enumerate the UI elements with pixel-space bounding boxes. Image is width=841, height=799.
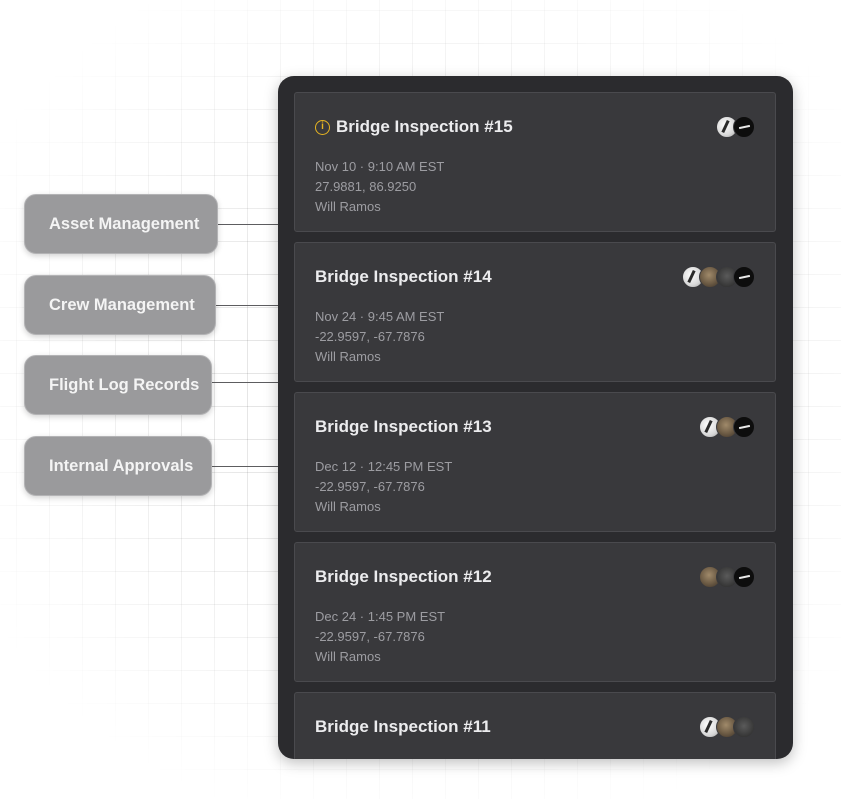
avatar [733, 566, 755, 588]
inspection-pilot: Will Ramos [315, 349, 381, 364]
info-icon: i [315, 119, 330, 135]
inspection-datetime: Dec 12 · 12:45 PM EST [315, 459, 453, 474]
connector-line [216, 305, 278, 306]
inspection-card[interactable]: i Bridge Inspection #15 Nov 10 · 9:10 AM… [294, 92, 776, 232]
inspection-datetime: Dec 24 · 1:45 PM EST [315, 609, 446, 624]
inspection-datetime: Nov 24 · 9:45 AM EST [315, 309, 445, 324]
inspection-title: Bridge Inspection #12 [315, 567, 492, 587]
inspection-card[interactable]: Bridge Inspection #14 Nov 24 · 9:45 AM E… [294, 242, 776, 382]
connector-line [212, 466, 278, 467]
inspection-card[interactable]: Bridge Inspection #13 Dec 12 · 12:45 PM … [294, 392, 776, 532]
avatar [733, 716, 755, 738]
inspection-coordinates: 27.9881, 86.9250 [315, 179, 417, 194]
inspection-list-panel[interactable]: i Bridge Inspection #15 Nov 10 · 9:10 AM… [278, 76, 793, 759]
inspection-pilot: Will Ramos [315, 199, 381, 214]
connector-line [218, 224, 278, 225]
inspection-title-text: Bridge Inspection #14 [315, 267, 492, 286]
inspection-title-text: Bridge Inspection #15 [336, 117, 513, 136]
inspection-title-text: Bridge Inspection #12 [315, 567, 492, 586]
crew-avatars [699, 566, 755, 588]
inspection-coordinates: -22.9597, -67.7876 [315, 329, 425, 344]
inspection-coordinates: -22.9597, -67.7876 [315, 629, 425, 644]
crew-avatars [699, 416, 755, 438]
inspection-meta: Nov 24 · 9:45 AM EST -22.9597, -67.7876 … [315, 307, 444, 367]
inspection-title: Bridge Inspection #11 [315, 717, 491, 737]
inspection-coordinates: -22.9597, -67.7876 [315, 479, 425, 494]
avatar [733, 266, 755, 288]
avatar [733, 116, 755, 138]
crew-avatars [716, 116, 755, 138]
inspection-title: Bridge Inspection #13 [315, 417, 492, 437]
category-asset-management[interactable]: Asset Management [24, 194, 218, 254]
crew-avatars [682, 266, 755, 288]
category-crew-management[interactable]: Crew Management [24, 275, 216, 335]
inspection-card[interactable]: Bridge Inspection #11 [294, 692, 776, 759]
avatar [733, 416, 755, 438]
inspection-meta: Dec 12 · 12:45 PM EST -22.9597, -67.7876… [315, 457, 452, 517]
crew-avatars [699, 716, 755, 738]
inspection-title-text: Bridge Inspection #13 [315, 417, 492, 436]
inspection-meta: Nov 10 · 9:10 AM EST 27.9881, 86.9250 Wi… [315, 157, 444, 217]
inspection-datetime: Nov 10 · 9:10 AM EST [315, 159, 445, 174]
inspection-meta: Dec 24 · 1:45 PM EST -22.9597, -67.7876 … [315, 607, 445, 667]
inspection-card[interactable]: Bridge Inspection #12 Dec 24 · 1:45 PM E… [294, 542, 776, 682]
inspection-title-text: Bridge Inspection #11 [315, 717, 491, 736]
category-internal-approvals[interactable]: Internal Approvals [24, 436, 212, 496]
category-flight-log-records[interactable]: Flight Log Records [24, 355, 212, 415]
connector-line [212, 382, 278, 383]
inspection-title: Bridge Inspection #14 [315, 267, 492, 287]
inspection-pilot: Will Ramos [315, 499, 381, 514]
inspection-title: i Bridge Inspection #15 [315, 117, 513, 137]
inspection-pilot: Will Ramos [315, 649, 381, 664]
